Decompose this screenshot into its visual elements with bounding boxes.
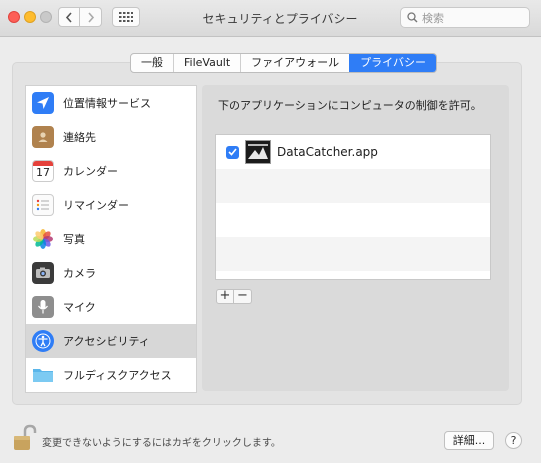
- sidebar-item-label: カレンダー: [63, 165, 118, 178]
- folder-icon: [32, 364, 54, 386]
- tab-general[interactable]: 一般: [131, 54, 173, 72]
- empty-row: [216, 271, 490, 279]
- add-app-button[interactable]: +: [216, 289, 234, 304]
- sidebar-item-label: 連絡先: [63, 131, 96, 144]
- sidebar-item-full-disk-access[interactable]: フルディスクアクセス: [26, 358, 196, 392]
- checkmark-icon: [228, 148, 237, 156]
- sidebar-item-camera[interactable]: カメラ: [26, 256, 196, 290]
- sidebar-item-microphone[interactable]: マイク: [26, 290, 196, 324]
- close-window-button[interactable]: [8, 11, 20, 23]
- tab-bar: 一般 FileVault ファイアウォール プライバシー: [130, 53, 437, 73]
- title-bar: セキュリティとプライバシー 検索: [0, 0, 541, 37]
- sidebar-item-reminders[interactable]: リマインダー: [26, 188, 196, 222]
- empty-row: [216, 169, 490, 203]
- sidebar-item-label: フルディスクアクセス: [63, 369, 172, 382]
- sidebar-item-label: カメラ: [63, 267, 96, 280]
- accessibility-icon: [32, 330, 54, 352]
- lock-icon[interactable]: [12, 424, 38, 456]
- back-button[interactable]: [58, 7, 80, 27]
- help-button[interactable]: ?: [505, 432, 522, 449]
- sidebar-item-calendar[interactable]: 17 カレンダー: [26, 154, 196, 188]
- app-name: DataCatcher.app: [277, 145, 378, 159]
- remove-app-button[interactable]: −: [234, 289, 252, 304]
- zoom-window-button[interactable]: [40, 11, 52, 23]
- lock-instruction-text: 変更できないようにするにはカギをクリックします。: [42, 438, 281, 449]
- calendar-icon: 17: [32, 160, 54, 182]
- tab-firewall[interactable]: ファイアウォール: [240, 54, 349, 72]
- app-list: DataCatcher.app: [215, 134, 491, 280]
- location-arrow-icon: [32, 92, 54, 114]
- show-all-button[interactable]: [112, 7, 140, 27]
- search-icon: [407, 12, 418, 23]
- sidebar-item-location-services[interactable]: 位置情報サービス: [26, 86, 196, 120]
- app-enabled-checkbox[interactable]: [226, 145, 239, 159]
- datacatcher-app-icon: [245, 140, 271, 164]
- sidebar-item-contacts[interactable]: 連絡先: [26, 120, 196, 154]
- sidebar-item-label: 位置情報サービス: [63, 97, 151, 110]
- minimize-window-button[interactable]: [24, 11, 36, 23]
- list-item[interactable]: DataCatcher.app: [216, 135, 490, 169]
- calendar-day: 17: [36, 166, 50, 179]
- sidebar-item-label: 写真: [63, 233, 85, 246]
- camera-icon: [32, 262, 54, 284]
- forward-button[interactable]: [80, 7, 102, 27]
- search-placeholder: 検索: [422, 11, 444, 25]
- empty-row: [216, 203, 490, 237]
- permission-description: 下のアプリケーションにコンピュータの制御を許可。: [218, 99, 482, 112]
- reminders-icon: [32, 194, 54, 216]
- window-title: セキュリティとプライバシー: [202, 12, 358, 26]
- sidebar-item-label: アクセシビリティ: [63, 335, 150, 348]
- sidebar-item-label: リマインダー: [63, 199, 129, 212]
- sidebar-item-label: マイク: [63, 301, 96, 314]
- contacts-book-icon: [32, 126, 54, 148]
- sidebar-item-photos[interactable]: 写真: [26, 222, 196, 256]
- privacy-category-list: 位置情報サービス 連絡先 17 カレンダー リマインダー 写真 カメラ マイク …: [25, 85, 197, 393]
- sidebar-item-accessibility[interactable]: アクセシビリティ: [26, 324, 196, 358]
- tab-filevault[interactable]: FileVault: [173, 54, 240, 72]
- photos-flower-icon: [32, 228, 54, 250]
- search-field[interactable]: 検索: [400, 7, 530, 28]
- chevron-right-icon: [87, 11, 94, 23]
- microphone-icon: [32, 296, 54, 318]
- tab-privacy[interactable]: プライバシー: [349, 54, 436, 72]
- empty-row: [216, 237, 490, 271]
- chevron-left-icon: [65, 11, 72, 23]
- grid-icon: [119, 12, 133, 22]
- details-button[interactable]: 詳細...: [444, 431, 494, 450]
